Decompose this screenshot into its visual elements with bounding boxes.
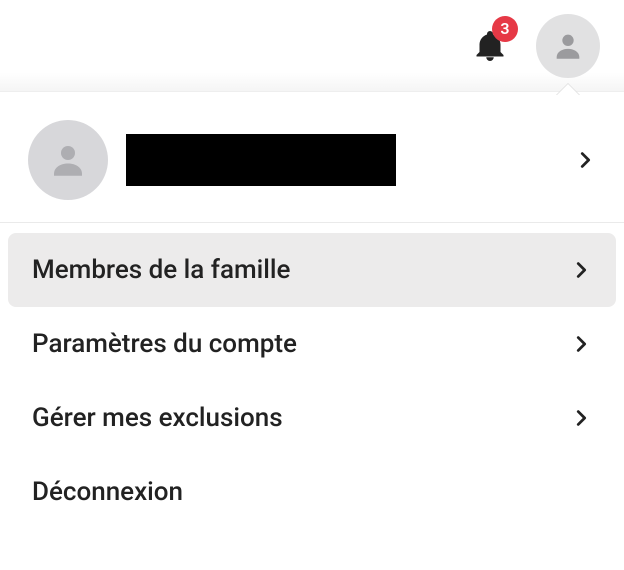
user-icon: [47, 139, 89, 181]
menu-pointer-icon: [556, 84, 580, 96]
chevron-right-icon: [570, 259, 592, 281]
account-menu: Membres de la famille Paramètres du comp…: [0, 223, 624, 529]
menu-item-label: Déconnexion: [32, 477, 592, 507]
menu-item-logout[interactable]: Déconnexion: [8, 455, 616, 529]
profile-avatar: [28, 120, 108, 200]
notifications-button[interactable]: 3: [472, 26, 508, 66]
menu-item-label: Membres de la famille: [32, 255, 570, 285]
menu-item-manage-exclusions[interactable]: Gérer mes exclusions: [8, 381, 616, 455]
chevron-right-icon: [574, 149, 596, 171]
profile-name-redacted: [126, 134, 396, 186]
header: 3: [0, 0, 624, 92]
chevron-right-icon: [570, 407, 592, 429]
profile-row[interactable]: [0, 98, 624, 223]
menu-item-family-members[interactable]: Membres de la famille: [8, 233, 616, 307]
notification-badge: 3: [492, 16, 518, 42]
menu-item-label: Paramètres du compte: [32, 329, 570, 359]
chevron-right-icon: [570, 333, 592, 355]
header-avatar[interactable]: [536, 14, 600, 78]
menu-item-account-settings[interactable]: Paramètres du compte: [8, 307, 616, 381]
menu-item-label: Gérer mes exclusions: [32, 403, 570, 433]
user-icon: [551, 29, 585, 63]
